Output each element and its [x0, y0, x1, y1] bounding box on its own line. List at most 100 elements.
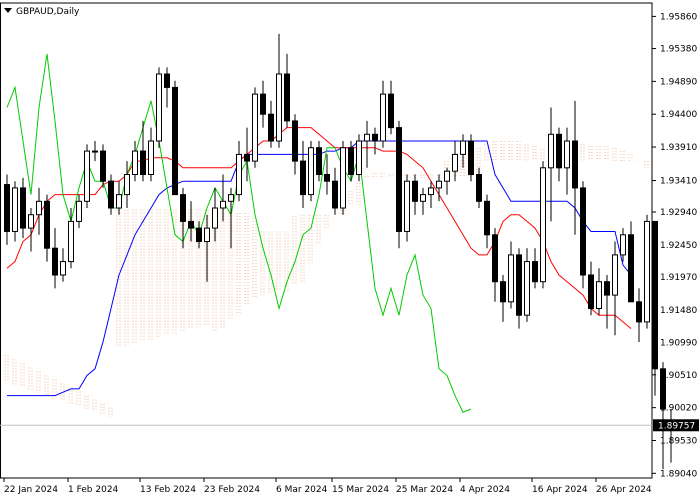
- chart-title: GBPAUD,Daily: [16, 7, 80, 17]
- candle-body: [164, 73, 170, 88]
- candle-body: [140, 150, 146, 176]
- y-tick-label: 1.91480: [660, 306, 697, 316]
- candle-body: [148, 140, 154, 176]
- candle-body: [556, 133, 562, 169]
- candle-body: [132, 150, 138, 176]
- candle-body: [236, 153, 242, 196]
- candle-body: [116, 194, 122, 209]
- candle-body: [620, 234, 626, 256]
- x-tick-label: 22 Jan 2024: [4, 485, 58, 495]
- candle-body: [636, 301, 642, 323]
- y-tick-label: 1.90990: [660, 339, 697, 349]
- candle-body: [196, 227, 202, 243]
- candle-body: [308, 147, 314, 196]
- y-tick-label: 1.92450: [660, 241, 697, 251]
- candle-body: [92, 150, 98, 153]
- candle-body: [108, 180, 114, 209]
- candle-body: [324, 174, 330, 182]
- candle-body: [52, 247, 58, 276]
- candle-body: [332, 180, 338, 209]
- candle-body: [20, 187, 26, 229]
- candle-body: [228, 194, 234, 202]
- candle-body: [428, 187, 434, 196]
- candle-body: [452, 153, 458, 172]
- candle-body: [28, 214, 34, 229]
- candle-body: [500, 281, 506, 303]
- candle-body: [124, 174, 130, 196]
- candle-body: [252, 93, 258, 162]
- candle-body: [156, 73, 162, 142]
- y-tick-label: 1.93410: [660, 177, 697, 187]
- candle-body: [644, 220, 650, 323]
- candle-body: [316, 147, 322, 176]
- candle-body: [372, 133, 378, 142]
- candle-body: [356, 140, 362, 176]
- candle-body: [204, 227, 210, 243]
- x-tick-label: 16 Apr 2024: [532, 485, 588, 495]
- y-tick-label: 1.94400: [660, 110, 697, 120]
- candle-body: [268, 113, 274, 142]
- candle-body: [348, 147, 354, 176]
- candle-body: [172, 86, 178, 196]
- x-tick-label: 25 Mar 2024: [396, 485, 453, 495]
- candle-body: [604, 281, 610, 296]
- y-tick-label: 1.90020: [660, 404, 697, 414]
- y-tick-label: 1.93910: [660, 143, 697, 153]
- x-tick-label: 4 Apr 2024: [460, 485, 510, 495]
- candle-body: [276, 73, 282, 142]
- candle-body: [612, 254, 618, 296]
- candle-body: [628, 234, 634, 303]
- x-tick-label: 6 Mar 2024: [276, 485, 328, 495]
- x-tick-label: 13 Feb 2024: [140, 485, 196, 495]
- candle-body: [436, 180, 442, 189]
- chart-root: 1.95860 1.95380 1.94890 1.94400 1.93910 1.934…: [0, 0, 700, 500]
- candle-body: [260, 93, 266, 115]
- x-tick-label: 26 Apr 2024: [596, 485, 652, 495]
- candle-body: [460, 140, 466, 155]
- candle-body: [180, 194, 186, 222]
- candle-body: [284, 73, 290, 122]
- candle-body: [484, 200, 490, 236]
- candle-body: [340, 147, 346, 209]
- candle-body: [404, 180, 410, 232]
- candle-body: [12, 187, 18, 232]
- candle-body: [60, 261, 66, 276]
- candle-body: [652, 220, 658, 370]
- candle-body: [420, 194, 426, 202]
- candle-body: [388, 93, 394, 129]
- y-tick-label: 1.89040: [660, 469, 697, 479]
- candle-body: [476, 174, 482, 202]
- x-tick-label: 1 Feb 2024: [68, 485, 119, 495]
- candle-body: [36, 200, 42, 216]
- candle-body: [508, 254, 514, 303]
- plot-frame: [0, 2, 653, 479]
- candle-body: [380, 93, 386, 142]
- chart-svg: 1.95860 1.95380 1.94890 1.94400 1.93910 1.934…: [0, 2, 699, 495]
- candle-body: [84, 150, 90, 202]
- candle-body: [564, 140, 570, 169]
- y-tick-label: 1.91970: [660, 273, 697, 283]
- y-tick-label: 1.90510: [660, 371, 697, 381]
- candle-body: [548, 133, 554, 169]
- y-tick-label: 1.89530: [660, 436, 697, 446]
- x-tick-label: 15 Mar 2024: [332, 485, 389, 495]
- y-tick-label: 1.95860: [660, 12, 697, 22]
- candle-body: [492, 234, 498, 283]
- candle-body: [4, 184, 10, 232]
- candle-body: [364, 133, 370, 142]
- candle-body: [444, 170, 450, 182]
- candle-body: [220, 200, 226, 209]
- candle-body: [532, 261, 538, 283]
- candle-body: [300, 160, 306, 196]
- candle-body: [540, 167, 546, 283]
- y-tick-label: 1.92940: [660, 208, 697, 218]
- candle-body: [596, 281, 602, 310]
- candle-body: [396, 127, 402, 232]
- candle-body: [524, 261, 530, 316]
- candle-body: [100, 150, 106, 182]
- candle-body: [468, 140, 474, 176]
- y-tick-label: 1.95380: [660, 45, 697, 55]
- candle-body: [588, 274, 594, 310]
- candle-body: [292, 120, 298, 162]
- candle-body: [188, 220, 194, 229]
